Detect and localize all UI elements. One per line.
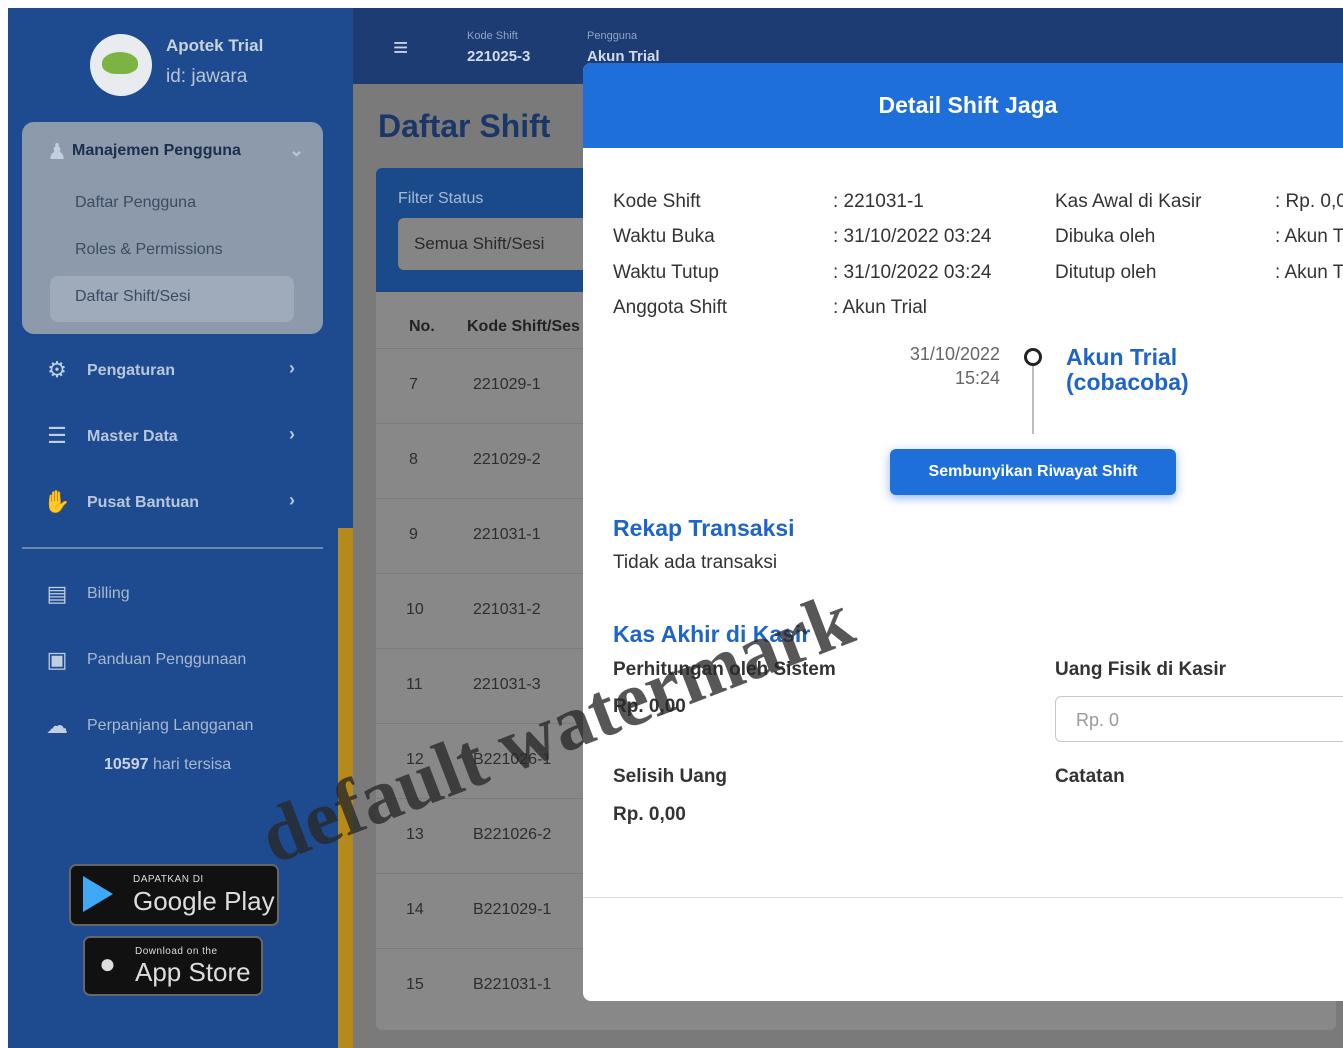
difference-value: Rp. 0,00	[613, 804, 686, 825]
brand-id: id: jawara	[166, 66, 248, 87]
row-code[interactable]: 221029-1	[473, 376, 541, 394]
row-no: 15	[406, 976, 424, 993]
nav-pengaturan[interactable]: Pengaturan	[87, 362, 175, 380]
row-no: 14	[406, 901, 424, 918]
leaf-icon	[102, 52, 138, 74]
play-icon	[83, 876, 113, 912]
row-code[interactable]: B221026-2	[473, 826, 551, 844]
shift-label: Kode Shift	[467, 30, 518, 42]
gear-icon: ⚙	[47, 357, 67, 382]
brand-name: Apotek Trial	[166, 36, 264, 55]
detail-shift-modal: Detail Shift Jaga Kode Shift : 221031-1 …	[583, 63, 1343, 1001]
field-value: : Akun T	[1275, 262, 1343, 283]
kas-akhir-title: Kas Akhir di Kasir	[613, 621, 811, 647]
column-header-no: No.	[409, 318, 435, 335]
field-label: Waktu Tutup	[613, 262, 719, 283]
brand-logo	[90, 34, 152, 96]
chevron-right-icon[interactable]: ›	[289, 424, 295, 445]
field-value: : Akun T	[1275, 226, 1343, 247]
database-icon: ☰	[47, 423, 67, 448]
row-no: 11	[406, 676, 423, 693]
row-code[interactable]: 221031-2	[473, 601, 541, 619]
user-label: Pengguna	[587, 30, 638, 42]
app-frame: Apotek Trial id: jawara ♟ Manajemen Peng…	[8, 8, 1343, 1048]
sidebar: Apotek Trial id: jawara ♟ Manajemen Peng…	[8, 8, 353, 1048]
google-play-small: DAPATKAN DI	[133, 874, 204, 885]
app-store-big: App Store	[135, 957, 251, 987]
timeline-line	[1032, 366, 1034, 434]
row-code[interactable]: B221031-1	[473, 976, 551, 994]
nav-master-data[interactable]: Master Data	[87, 428, 178, 446]
menu-toggle-icon[interactable]: ≡	[393, 32, 408, 63]
modal-title: Detail Shift Jaga	[583, 63, 1343, 148]
sidebar-item-daftar-shift[interactable]: Daftar Shift/Sesi	[75, 288, 191, 306]
days-suffix: hari tersisa	[152, 756, 232, 773]
row-code[interactable]: 221031-3	[473, 676, 541, 694]
physical-cash-label: Uang Fisik di Kasir	[1055, 659, 1227, 680]
row-no: 8	[409, 451, 418, 468]
system-calc-label: Perhitungan oleh Sistem	[613, 659, 836, 680]
hide-history-button[interactable]: Sembunyikan Riwayat Shift	[890, 449, 1176, 495]
scroll-accent	[338, 528, 353, 1048]
field-label: Ditutup oleh	[1055, 262, 1157, 283]
days-remaining: 10597 hari tersisa	[104, 756, 231, 774]
chevron-down-icon[interactable]: ⌄	[289, 140, 304, 161]
modal-footer-divider	[583, 897, 1343, 898]
row-no: 10	[406, 601, 424, 618]
field-value: : 31/10/2022 03:24	[833, 226, 992, 247]
field-value: : 31/10/2022 03:24	[833, 262, 992, 283]
field-label: Dibuka oleh	[1055, 226, 1156, 247]
apple-icon: ●	[99, 948, 116, 979]
google-play-big: Google Play	[133, 886, 275, 916]
field-label: Anggota Shift	[613, 297, 728, 318]
shift-value: 221025-3	[467, 48, 531, 65]
row-code[interactable]: B221029-1	[473, 901, 551, 919]
row-no: 9	[409, 526, 418, 543]
field-label: Kas Awal di Kasir	[1055, 191, 1202, 212]
row-code[interactable]: B221026-1	[473, 751, 551, 769]
system-calc-value: Rp. 0,00	[613, 696, 686, 717]
timeline-time: 15:24	[954, 368, 1000, 388]
cloud-upload-icon: ☁	[46, 713, 68, 738]
sidebar-item-roles-permissions[interactable]: Roles & Permissions	[75, 241, 223, 259]
handshake-icon: ✋	[43, 489, 71, 514]
row-code[interactable]: 221029-2	[473, 451, 541, 469]
nav-billing[interactable]: Billing	[87, 585, 130, 603]
row-no: 7	[409, 376, 418, 393]
notes-label: Catatan	[1055, 766, 1125, 787]
book-icon: ▣	[46, 647, 68, 672]
page-title: Daftar Shift	[378, 108, 551, 144]
nav-pusat-bantuan[interactable]: Pusat Bantuan	[87, 494, 199, 512]
sidebar-divider	[22, 547, 323, 549]
filter-label: Filter Status	[398, 190, 484, 207]
rekap-empty-text: Tidak ada transaksi	[613, 552, 778, 573]
receipt-icon: ▤	[46, 581, 68, 606]
rekap-title: Rekap Transaksi	[613, 515, 795, 541]
days-count: 10597	[104, 756, 149, 773]
field-value: : Rp. 0,0	[1275, 191, 1343, 212]
timeline-date: 31/10/2022	[909, 344, 1000, 364]
timeline-dot-icon	[1024, 348, 1042, 366]
user-cog-icon: ♟	[47, 139, 67, 164]
app-store-badge[interactable]: ● Download on the App Store	[83, 936, 263, 996]
row-no: 13	[406, 826, 424, 843]
menu-user-management[interactable]: Manajemen Pengguna	[72, 142, 241, 160]
field-label: Waktu Buka	[613, 226, 715, 247]
google-play-badge[interactable]: DAPATKAN DI Google Play	[69, 864, 279, 926]
timeline-user: Akun Trial (cobacoba)	[1066, 344, 1189, 395]
app-store-small: Download on the	[135, 946, 218, 957]
row-code[interactable]: 221031-1	[473, 526, 541, 544]
difference-label: Selisih Uang	[613, 766, 728, 787]
field-value: : 221031-1	[833, 191, 924, 212]
nav-perpanjang[interactable]: Perpanjang Langganan	[87, 717, 253, 735]
physical-cash-input[interactable]: Rp. 0	[1055, 696, 1343, 742]
field-label: Kode Shift	[613, 191, 701, 212]
nav-panduan[interactable]: Panduan Penggunaan	[87, 651, 246, 669]
row-no: 12	[406, 751, 424, 768]
column-header-code: Kode Shift/Ses	[467, 318, 580, 335]
sidebar-item-daftar-pengguna[interactable]: Daftar Pengguna	[75, 194, 196, 212]
chevron-right-icon[interactable]: ›	[289, 490, 295, 511]
field-value: : Akun Trial	[833, 297, 927, 318]
chevron-right-icon[interactable]: ›	[289, 358, 295, 379]
